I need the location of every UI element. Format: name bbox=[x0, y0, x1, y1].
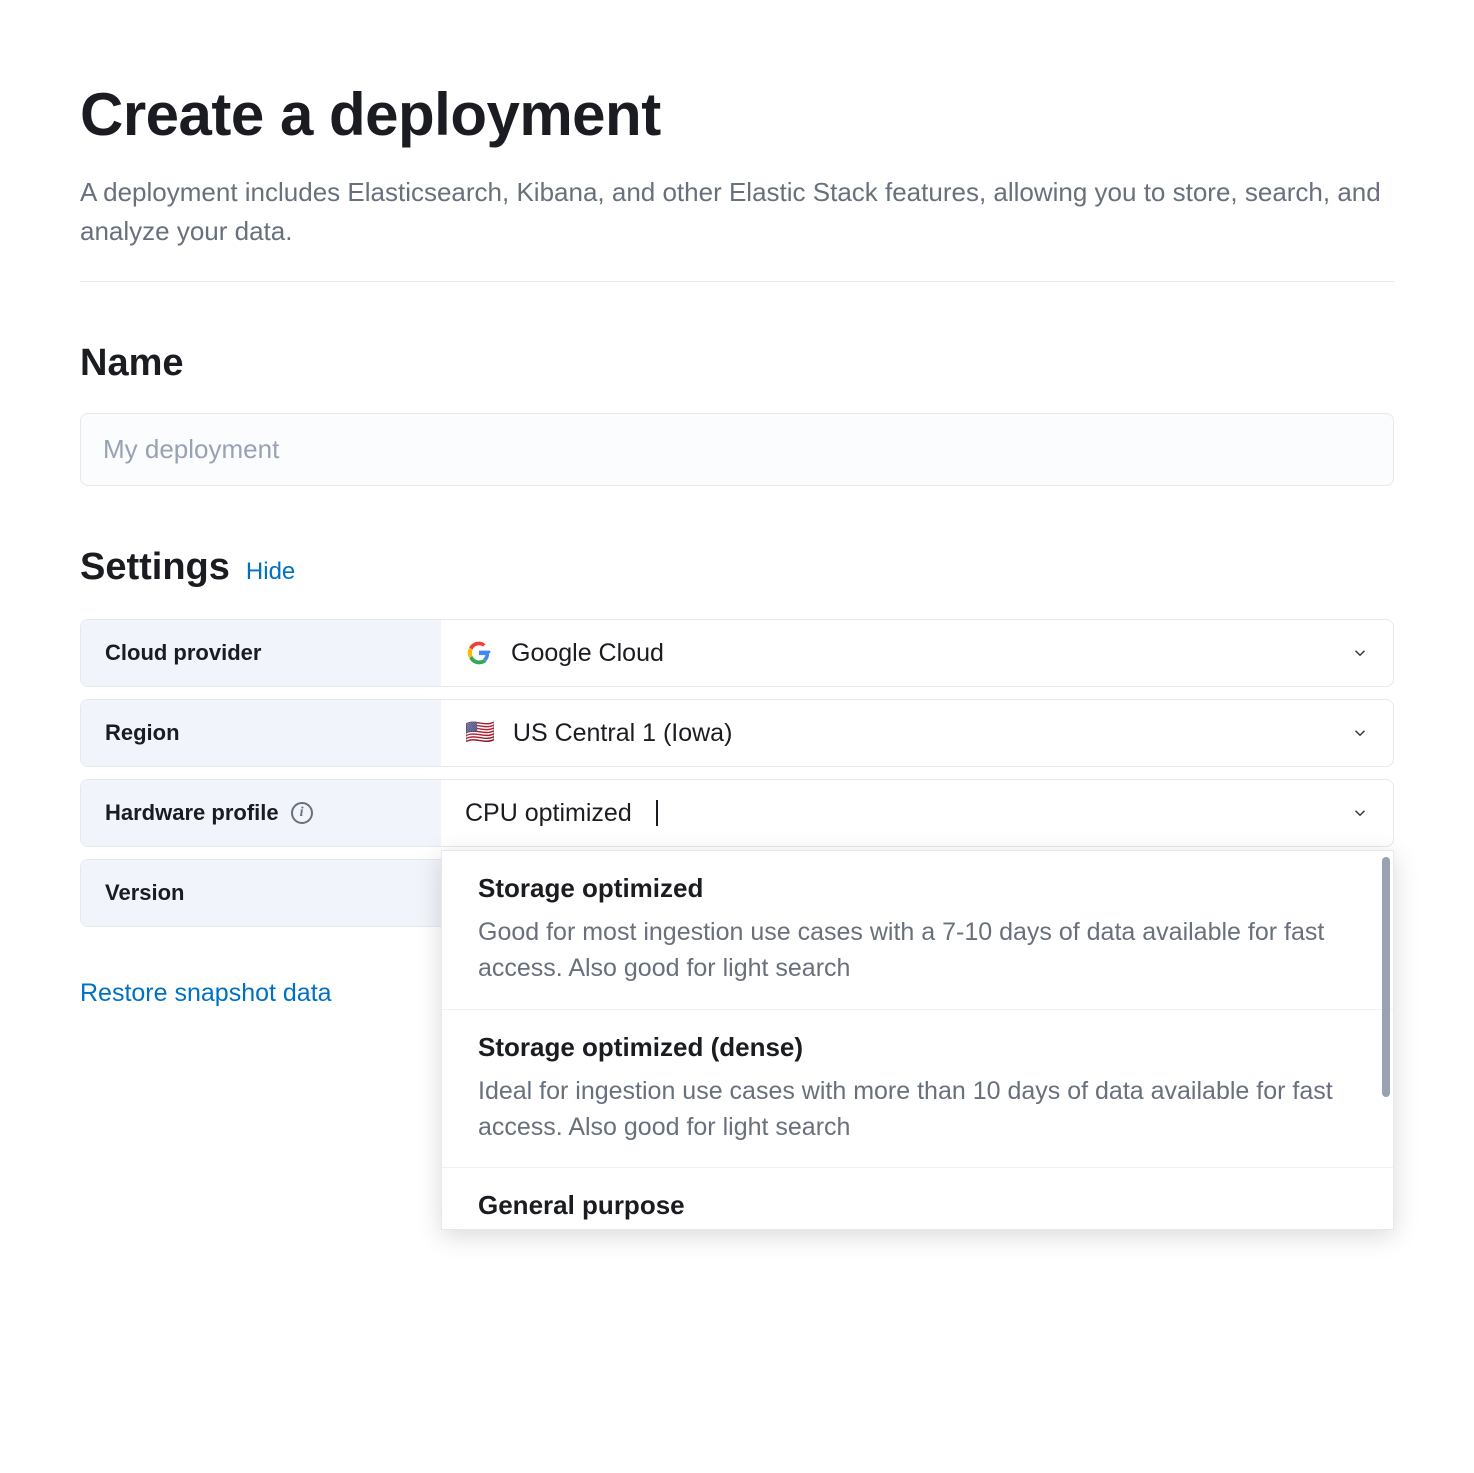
option-title: General purpose bbox=[478, 1190, 1357, 1221]
region-label: Region bbox=[81, 700, 441, 766]
region-value: US Central 1 (Iowa) bbox=[513, 719, 733, 748]
deployment-name-input[interactable] bbox=[80, 413, 1394, 486]
us-flag-icon: 🇺🇸 bbox=[465, 721, 495, 745]
option-desc: Ideal for ingestion use cases with more … bbox=[478, 1073, 1357, 1146]
divider bbox=[80, 281, 1394, 282]
chevron-down-icon bbox=[1351, 644, 1369, 662]
option-title: Storage optimized (dense) bbox=[478, 1032, 1357, 1063]
settings-heading: Settings bbox=[80, 546, 230, 589]
cloud-provider-select[interactable]: Google Cloud bbox=[441, 620, 1393, 686]
cloud-provider-value: Google Cloud bbox=[511, 639, 664, 668]
hardware-option-storage-optimized[interactable]: Storage optimized Good for most ingestio… bbox=[442, 851, 1393, 1010]
scrollbar[interactable] bbox=[1382, 857, 1390, 1097]
hardware-profile-value: CPU optimized bbox=[465, 799, 632, 828]
restore-snapshot-link[interactable]: Restore snapshot data bbox=[80, 979, 332, 1008]
page-subtitle: A deployment includes Elasticsearch, Kib… bbox=[80, 173, 1394, 251]
gcp-icon bbox=[465, 639, 493, 667]
region-select[interactable]: 🇺🇸 US Central 1 (Iowa) bbox=[441, 700, 1393, 766]
hardware-option-general-purpose[interactable]: General purpose Suitable for ingestion u… bbox=[442, 1168, 1393, 1230]
text-cursor bbox=[656, 800, 658, 826]
hardware-profile-label: Hardware profile i bbox=[81, 780, 441, 846]
info-icon[interactable]: i bbox=[291, 802, 313, 824]
cloud-provider-row: Cloud provider Google Cloud bbox=[80, 619, 1394, 687]
hardware-profile-dropdown: Storage optimized Good for most ingestio… bbox=[441, 850, 1394, 1230]
cloud-provider-label: Cloud provider bbox=[81, 620, 441, 686]
chevron-down-icon bbox=[1351, 724, 1369, 742]
chevron-down-icon bbox=[1351, 804, 1369, 822]
hardware-profile-row: Hardware profile i CPU optimized Storage… bbox=[80, 779, 1394, 847]
version-label: Version bbox=[81, 860, 441, 926]
option-title: Storage optimized bbox=[478, 873, 1357, 904]
page-title: Create a deployment bbox=[80, 80, 1394, 149]
option-desc: Good for most ingestion use cases with a… bbox=[478, 914, 1357, 987]
region-row: Region 🇺🇸 US Central 1 (Iowa) bbox=[80, 699, 1394, 767]
name-heading: Name bbox=[80, 342, 1394, 385]
hardware-profile-select[interactable]: CPU optimized bbox=[441, 780, 1393, 846]
hide-settings-link[interactable]: Hide bbox=[246, 558, 295, 586]
hardware-option-storage-optimized-dense[interactable]: Storage optimized (dense) Ideal for inge… bbox=[442, 1010, 1393, 1169]
